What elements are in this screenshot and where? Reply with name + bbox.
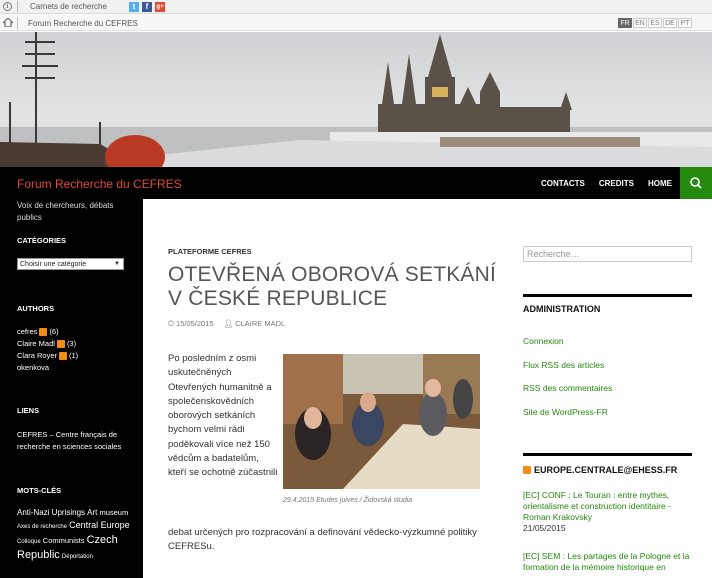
post-date[interactable]: 🕒︎ 15/05/2015 <box>168 319 214 329</box>
author-item[interactable]: Claire Madl (3) <box>17 339 76 348</box>
left-sidebar: Voix de chercheurs, débats publics CATÉG… <box>0 199 143 578</box>
rss-icon[interactable] <box>59 351 68 360</box>
page: i Carnets de recherche t f g+ Forum Rech… <box>0 0 712 578</box>
author-name: cefres <box>17 327 38 336</box>
tag[interactable]: Colloque <box>17 539 41 545</box>
site-title[interactable]: Forum Recherche du CEFRES <box>17 177 182 191</box>
tag[interactable]: Art <box>87 508 97 517</box>
post-photo[interactable] <box>283 354 480 489</box>
post-author-text: CLAIRE MADL <box>235 319 286 328</box>
post-meta: 🕒︎ 15/05/2015 👤︎ CLAIRE MADL <box>168 319 285 329</box>
author-name: Claire Madl <box>17 339 55 348</box>
tag[interactable]: Republic <box>17 549 60 561</box>
feed-item-title[interactable]: [EC] CONF : Le Touran : entre mythes, or… <box>523 490 691 523</box>
photo-caption: 29.4.2015 Etudes juives / Židovská studi… <box>283 497 413 504</box>
tag[interactable]: Communists <box>43 536 85 545</box>
facebook-icon[interactable]: f <box>142 2 152 12</box>
categories-heading: CATÉGORIES <box>17 236 67 245</box>
breadcrumb-bar: Forum Recherche du CEFRES FR EN ES DE PT <box>0 15 712 31</box>
tag[interactable]: Déportation <box>62 554 93 560</box>
tags-heading: MOTS-CLÉS <box>17 486 62 495</box>
widget-divider <box>523 294 692 297</box>
tag[interactable]: Anti-Nazi Uprisings <box>17 508 85 517</box>
main-navbar: Forum Recherche du CEFRES CONTACTS CREDI… <box>0 167 712 199</box>
lang-es[interactable]: ES <box>648 18 662 28</box>
meeting-photo <box>283 354 480 489</box>
clock-icon: 🕒︎ <box>168 319 177 328</box>
category-select-value: Choisir une catégorie <box>20 261 87 268</box>
author-item[interactable]: cefres (6) <box>17 327 59 336</box>
tag[interactable]: Czech <box>87 534 118 546</box>
site-description: Voix de chercheurs, débats publics <box>17 201 114 222</box>
lang-en[interactable]: EN <box>633 18 647 28</box>
post-title[interactable]: OTEVŘENÁ OBOROVÁ SETKÁNÍ V ČESKÉ REPUBLI… <box>168 263 498 311</box>
authors-heading: AUTHORS <box>17 304 55 313</box>
post-excerpt: Po posledním z osmi uskutečněných Otevře… <box>168 353 278 479</box>
divider <box>17 1 18 12</box>
nav-credits[interactable]: CREDITS <box>599 179 634 188</box>
rss-icon[interactable] <box>56 339 65 348</box>
admin-link-connexion[interactable]: Connexion <box>523 336 564 346</box>
breadcrumb[interactable]: Forum Recherche du CEFRES <box>28 19 138 28</box>
post-author[interactable]: 👤︎ CLAIRE MADL <box>224 319 286 329</box>
post-excerpt-continued: debat určených pro rozpracování a defino… <box>168 527 477 553</box>
feed-heading[interactable]: EUROPE.CENTRALE@EHESS.FR <box>523 465 677 475</box>
tag[interactable]: Axes de recherche <box>17 524 67 530</box>
search-input[interactable]: Recherche… <box>523 246 692 262</box>
twitter-icon[interactable]: t <box>129 2 139 12</box>
prague-skyline-image <box>0 32 712 167</box>
category-select[interactable]: Choisir une catégorie ▼ <box>17 258 124 270</box>
lang-de[interactable]: DE <box>663 18 677 28</box>
header-image[interactable] <box>0 32 712 167</box>
feed-item-title[interactable]: [EC] SEM : Les partages de la Pologne et… <box>523 551 691 573</box>
primary-menu: CONTACTS CREDITS HOME <box>541 179 672 188</box>
info-icon[interactable]: i <box>3 2 12 11</box>
author-name: Clara Royer <box>17 351 58 360</box>
feed-item[interactable]: [EC] SEM : Les partages de la Pologne et… <box>523 551 691 573</box>
post-category[interactable]: PLATEFORME CEFRES <box>168 247 252 256</box>
author-count: (1) <box>69 351 79 360</box>
tag[interactable]: Central Europe <box>69 520 130 530</box>
dropdown-arrow-icon: ▼ <box>114 261 120 267</box>
tag[interactable]: museum <box>99 508 128 517</box>
carnets-link[interactable]: Carnets de recherche <box>30 2 107 11</box>
tag-cloud: Anti-Nazi Uprisings Art museum Axes de r… <box>17 506 132 564</box>
top-toolbar: i Carnets de recherche t f g+ <box>0 0 712 14</box>
lang-fr[interactable]: FR <box>618 18 632 28</box>
feed-item-date: 21/05/2015 <box>523 523 566 533</box>
search-toggle-button[interactable] <box>680 167 712 199</box>
lang-pt[interactable]: PT <box>678 18 692 28</box>
divider <box>17 17 18 29</box>
search-icon <box>690 177 702 189</box>
admin-link-rss-articles[interactable]: Flux RSS des articles <box>523 360 604 370</box>
nav-contacts[interactable]: CONTACTS <box>541 179 585 188</box>
author-name: okenkova <box>17 363 50 372</box>
widget-divider <box>523 453 692 456</box>
google-plus-icon[interactable]: g+ <box>155 2 165 12</box>
home-icon[interactable] <box>3 18 13 27</box>
main-content: PLATEFORME CEFRES OTEVŘENÁ OBOROVÁ SETKÁ… <box>143 199 712 578</box>
author-count: (6) <box>49 327 59 336</box>
user-icon: 👤︎ <box>223 319 236 328</box>
author-item[interactable]: Clara Royer (1) <box>17 351 78 360</box>
rss-icon[interactable] <box>39 327 48 336</box>
feed-item[interactable]: [EC] CONF : Le Touran : entre mythes, or… <box>523 490 691 534</box>
author-count: (3) <box>66 339 77 348</box>
feed-title: EUROPE.CENTRALE@EHESS.FR <box>534 465 678 475</box>
language-switcher: FR EN ES DE PT <box>618 18 692 28</box>
nav-home[interactable]: HOME <box>648 179 672 188</box>
post-date-text: 15/05/2015 <box>176 319 214 328</box>
admin-link-rss-comments[interactable]: RSS des commentaires <box>523 383 612 393</box>
links-heading: LIENS <box>17 406 40 415</box>
admin-heading: ADMINISTRATION <box>523 304 601 314</box>
cefres-link[interactable]: CEFRES – Centre français de recherche en… <box>17 429 132 453</box>
admin-link-wordpress[interactable]: Site de WordPress-FR <box>523 407 608 417</box>
rss-icon[interactable] <box>523 466 531 474</box>
author-item[interactable]: okenkova <box>17 363 49 372</box>
